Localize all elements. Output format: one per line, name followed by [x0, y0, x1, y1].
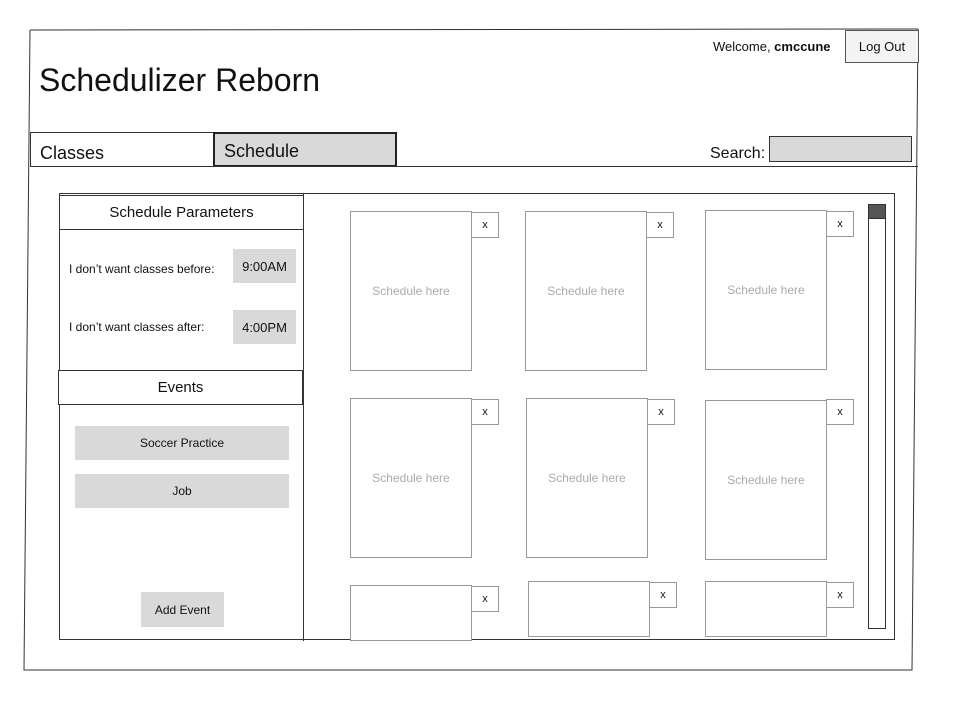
schedule-card[interactable]: Schedule here — [526, 398, 648, 558]
close-schedule-button[interactable]: x — [471, 586, 499, 612]
event-job-button[interactable]: Job — [75, 474, 289, 508]
tab-classes[interactable]: Classes — [30, 132, 214, 167]
close-schedule-button[interactable]: x — [471, 399, 499, 425]
schedule-parameters-header: Schedule Parameters — [59, 195, 304, 230]
scrollbar-thumb[interactable] — [868, 204, 886, 219]
event-soccer-practice-button[interactable]: Soccer Practice — [75, 426, 289, 460]
close-schedule-button[interactable]: x — [826, 211, 854, 237]
logout-button[interactable]: Log Out — [845, 30, 919, 63]
username: cmccune — [774, 39, 831, 54]
before-time-label: I don’t want classes before: — [69, 262, 215, 276]
before-time-select[interactable]: 9:00AM — [233, 249, 296, 283]
schedule-card[interactable]: Schedule here — [705, 210, 827, 370]
app-title: Schedulizer Reborn — [39, 62, 321, 98]
sidebar-divider — [303, 193, 304, 641]
add-event-button[interactable]: Add Event — [141, 592, 224, 627]
schedule-scrollbar[interactable] — [868, 204, 886, 629]
search-label: Search: — [710, 145, 766, 162]
schedule-card[interactable]: Schedule here — [350, 398, 472, 558]
schedule-card[interactable] — [705, 581, 827, 637]
schedule-card[interactable]: Schedule here — [350, 211, 472, 371]
search-input[interactable] — [769, 136, 912, 162]
close-schedule-button[interactable]: x — [649, 582, 677, 608]
close-schedule-button[interactable]: x — [646, 212, 674, 238]
schedule-card[interactable]: Schedule here — [705, 400, 827, 560]
welcome-prefix: Welcome, — [713, 39, 775, 54]
after-time-label: I don’t want classes after: — [69, 320, 205, 334]
schedule-card[interactable]: Schedule here — [525, 211, 647, 371]
welcome-message: Welcome, cmccune — [713, 39, 831, 54]
schedule-card[interactable] — [528, 581, 650, 637]
events-header: Events — [58, 370, 303, 405]
schedule-card[interactable] — [350, 585, 472, 641]
close-schedule-button[interactable]: x — [826, 399, 854, 425]
header-divider — [30, 166, 918, 167]
after-time-select[interactable]: 4:00PM — [233, 310, 296, 344]
close-schedule-button[interactable]: x — [647, 399, 675, 425]
tab-schedule[interactable]: Schedule — [213, 132, 397, 167]
close-schedule-button[interactable]: x — [471, 212, 499, 238]
close-schedule-button[interactable]: x — [826, 582, 854, 608]
